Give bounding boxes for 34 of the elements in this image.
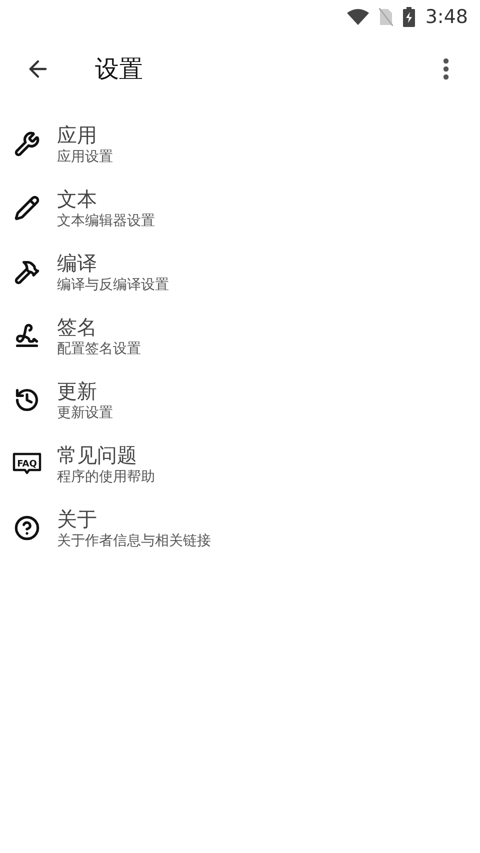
clock-arrow-icon	[14, 387, 40, 413]
item-title: 应用	[57, 122, 98, 148]
settings-item[interactable]: 签名 配置签名设置	[0, 304, 480, 368]
item-title: 编译	[57, 250, 98, 276]
wrench-icon	[14, 131, 40, 157]
battery-charging-icon	[403, 7, 416, 27]
no-sim-icon	[379, 8, 394, 26]
item-subtitle: 程序的使用帮助	[57, 468, 155, 486]
item-subtitle: 配置签名设置	[57, 340, 141, 358]
more-icon	[443, 58, 449, 80]
help-icon	[14, 515, 40, 541]
status-time: 3:48	[425, 4, 468, 30]
settings-item[interactable]: 文本 文本编辑器设置	[0, 176, 480, 240]
pencil-icon	[14, 195, 40, 221]
item-title: 常见问题	[57, 442, 138, 468]
signature-icon	[14, 323, 40, 349]
wifi-icon	[347, 9, 370, 25]
settings-item[interactable]: FAQ 常见问题 程序的使用帮助	[0, 432, 480, 496]
settings-item[interactable]: 更新 更新设置	[0, 368, 480, 432]
item-subtitle: 应用设置	[57, 148, 113, 166]
item-subtitle: 关于作者信息与相关链接	[57, 532, 211, 550]
item-subtitle: 更新设置	[57, 404, 113, 422]
item-title: 更新	[57, 378, 98, 404]
toolbar-title: 设置	[95, 54, 143, 85]
item-subtitle: 编译与反编译设置	[57, 276, 169, 294]
settings-item[interactable]: 编译 编译与反编译设置	[0, 240, 480, 304]
settings-item[interactable]: 应用 应用设置	[0, 112, 480, 176]
item-title: 关于	[57, 506, 98, 532]
hammer-icon	[14, 259, 40, 285]
item-title: 文本	[57, 186, 98, 212]
item-title: 签名	[57, 314, 98, 340]
item-subtitle: 文本编辑器设置	[57, 212, 155, 230]
faq-icon: FAQ	[12, 452, 42, 476]
settings-item[interactable]: 关于 关于作者信息与相关链接	[0, 496, 480, 560]
